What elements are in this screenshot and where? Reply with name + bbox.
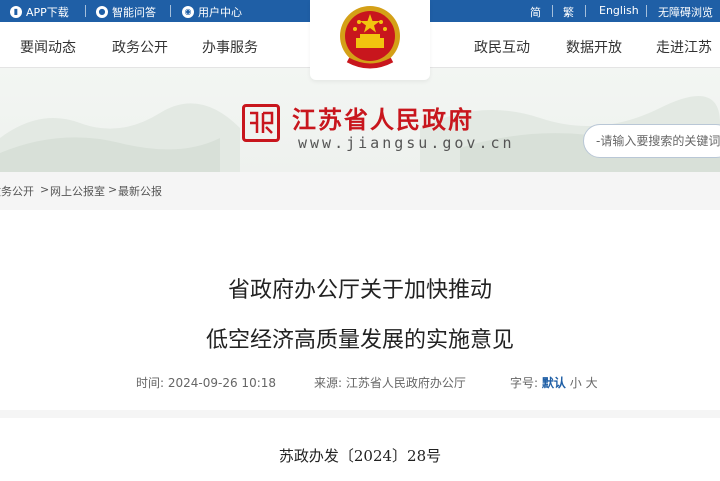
breadcrumb-gov-affairs[interactable]: 政务公开 xyxy=(0,183,34,199)
publish-time-label: 时间: xyxy=(136,376,165,390)
publish-time-value: 2024-09-26 10:18 xyxy=(167,376,277,390)
font-size-small-button[interactable]: 小 xyxy=(570,376,582,390)
accessibility-label: 无障碍浏览 xyxy=(658,6,713,19)
source-label: 来源: xyxy=(314,376,343,390)
app-download-link[interactable]: ▮ APP下载 xyxy=(10,4,69,20)
simplified-chinese-link[interactable]: 简 xyxy=(530,4,541,20)
smart-qa-link[interactable]: ● 智能问答 xyxy=(96,4,156,20)
site-url: www.jiangsu.gov.cn xyxy=(298,134,515,152)
traditional-label: 繁 xyxy=(563,6,574,19)
user-icon: ◉ xyxy=(182,6,194,18)
breadcrumb-gazette-room[interactable]: 网上公报室 xyxy=(50,183,105,199)
nav-item-gov-affairs[interactable]: 政务公开 xyxy=(112,37,168,57)
national-emblem-container xyxy=(310,0,430,80)
national-emblem-icon xyxy=(340,6,400,69)
font-size-large-button[interactable]: 大 xyxy=(586,376,598,390)
nav-item-services[interactable]: 办事服务 xyxy=(202,37,258,57)
smart-qa-label: 智能问答 xyxy=(112,6,156,19)
document-number: 苏政办发〔2024〕28号 xyxy=(278,447,442,465)
divider xyxy=(552,5,553,17)
source-value: 江苏省人民政府办公厅 xyxy=(345,376,466,390)
english-label: English xyxy=(599,4,639,17)
divider xyxy=(585,5,586,17)
chat-icon: ● xyxy=(96,6,108,18)
breadcrumb-separator: > xyxy=(40,183,50,196)
search-input[interactable]: -请输入要搜索的关键词- xyxy=(583,124,720,158)
user-center-link[interactable]: ◉ 用户中心 xyxy=(182,4,242,20)
font-size-default-button[interactable]: 默认 xyxy=(542,376,566,390)
english-link[interactable]: English xyxy=(599,4,639,17)
site-title: 江苏省人民政府 xyxy=(292,105,474,134)
traditional-chinese-link[interactable]: 繁 xyxy=(563,4,574,20)
nav-item-interaction[interactable]: 政民互动 xyxy=(474,37,530,57)
article-title-line2: 低空经济高质量发展的实施意见 xyxy=(205,328,514,353)
app-download-label: APP下载 xyxy=(26,6,69,19)
phone-icon: ▮ xyxy=(10,6,22,18)
nav-item-open-data[interactable]: 数据开放 xyxy=(566,37,622,57)
nav-item-about-jiangsu[interactable]: 走进江苏 xyxy=(656,37,712,57)
breadcrumb: 政务公开 > 网上公报室 > 最新公报 xyxy=(0,178,720,202)
divider xyxy=(85,5,86,17)
user-center-label: 用户中心 xyxy=(198,6,242,19)
breadcrumb-latest-gazette[interactable]: 最新公报 xyxy=(118,183,162,199)
breadcrumb-separator: > xyxy=(108,183,118,196)
nav-item-news[interactable]: 要闻动态 xyxy=(20,37,76,57)
accessibility-link[interactable]: 无障碍浏览 xyxy=(658,4,713,20)
jiangsu-logo-icon xyxy=(242,104,280,142)
article-source: 来源: 江苏省人民政府办公厅 xyxy=(314,374,466,391)
font-size-label: 字号: xyxy=(510,376,539,390)
divider xyxy=(646,5,647,17)
simplified-label: 简 xyxy=(530,6,541,19)
article-title-line1: 省政府办公厅关于加快推动 xyxy=(227,278,492,303)
divider xyxy=(170,5,171,17)
publish-time: 时间: 2024-09-26 10:18 xyxy=(136,374,276,391)
font-size-control: 字号: 默认 小 大 xyxy=(510,374,598,391)
